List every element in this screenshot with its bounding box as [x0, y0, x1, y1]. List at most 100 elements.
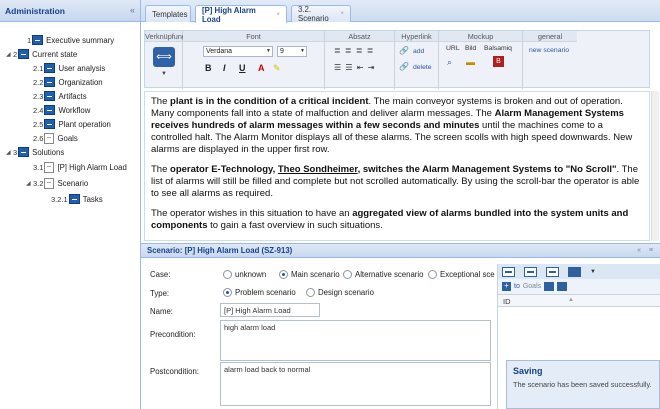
radio-option[interactable]: Problem scenario [223, 288, 296, 297]
section-icon [32, 35, 44, 45]
text-run: to gain a fast overview in such situatio… [207, 220, 383, 231]
bold-button[interactable]: B [205, 63, 212, 73]
sort-icon[interactable]: ▲ [568, 297, 574, 303]
collapse-panel-button[interactable]: « [130, 6, 135, 15]
radio-button[interactable] [223, 288, 232, 297]
tree-item[interactable]: 3.1 [P] High Alarm Load [26, 160, 127, 174]
tree-view-icon[interactable] [568, 266, 581, 277]
close-icon[interactable]: × [276, 12, 280, 18]
tab-bar: Templates [P] High Alarm Load × 3.2. Scenar… [141, 0, 660, 24]
tree-item-label: Current state [32, 49, 78, 59]
navigate-icon[interactable] [544, 282, 555, 291]
tab-label: [P] High Alarm Load [202, 5, 256, 24]
notification-message: The scenario has been saved successfully… [513, 380, 652, 389]
ribbon-group-title: general [523, 31, 577, 42]
text-run: , switches the Alarm Management Systems … [357, 164, 617, 175]
navigation-panel: Administration « 1 Executive summary ◢ 2 Cur… [0, 0, 141, 409]
postcondition-field[interactable]: alarm load back to normal [220, 362, 491, 406]
radio-button[interactable] [428, 270, 437, 279]
font-color-button[interactable]: A [258, 63, 265, 73]
hyperlink-add-button[interactable]: add [413, 48, 424, 55]
editor-scrollbar[interactable] [651, 91, 659, 241]
detail-view-icon[interactable] [524, 266, 537, 277]
panel-tools-icon[interactable]: « ≡ [637, 247, 656, 254]
section-icon [18, 147, 30, 157]
balsamiq-icon[interactable]: B [493, 56, 504, 67]
tree-item[interactable]: 3.2.1 Tasks [44, 192, 103, 206]
radio-option[interactable]: Exceptional sce [428, 270, 495, 279]
tree-item[interactable]: ◢ 2 Current state [6, 47, 77, 61]
ribbon-group-link: Verknüpfung ⟺ ▼ [145, 31, 186, 89]
link-delete-icon[interactable]: 🔗 [399, 62, 409, 71]
font-size-value: 9 [280, 48, 284, 55]
mockup-balsamiq-label[interactable]: Balsamiq [484, 45, 512, 52]
tree-item-number: 2.5 [33, 119, 44, 129]
radio-button[interactable] [279, 270, 288, 279]
chevron-down-icon: ▼ [266, 48, 271, 54]
precondition-field[interactable]: high alarm load [220, 320, 491, 361]
link-to-label[interactable]: to [514, 283, 520, 290]
tree-item-number: 3.2 [33, 178, 44, 188]
radio-option[interactable]: Main scenario [279, 270, 340, 279]
tree-item-label: Solutions [32, 147, 65, 157]
link-add-icon[interactable]: 🔗 [399, 46, 409, 55]
move-icon[interactable] [557, 282, 568, 291]
hyperlink-delete-button[interactable]: delete [413, 64, 432, 71]
tree-item[interactable]: 2.2 Organization [26, 75, 103, 89]
radio-option[interactable]: unknown [223, 270, 266, 279]
scenario-panel-header: Scenario: [P] High Alarm Load (SZ-913) «… [141, 243, 660, 258]
tree-item-label: Goals [57, 133, 78, 143]
align-buttons-icon[interactable]: ≣ ≣ ≣ ≣ [334, 46, 374, 55]
radio-label: Main scenario [291, 270, 340, 279]
tab[interactable]: [P] High Alarm Load × [195, 5, 287, 24]
search-icon[interactable]: ⌕ [447, 57, 452, 68]
radio-option[interactable]: Design scenario [306, 288, 374, 297]
ribbon-group-hyperlink: Hyperlink 🔗 add 🔗 delete [395, 31, 439, 89]
chevron-down-icon[interactable]: ▼ [590, 269, 596, 275]
tab[interactable]: 3.2. Scenario × [291, 5, 351, 23]
name-field[interactable]: [P] High Alarm Load [220, 303, 320, 317]
text-run: The [151, 164, 171, 175]
mockup-image-label[interactable]: Bild [465, 45, 476, 52]
image-icon[interactable]: ▬ [466, 57, 475, 67]
radio-button[interactable] [223, 270, 232, 279]
text-run: The operator wishes in this situation to… [151, 208, 353, 219]
new-scenario-button[interactable]: new scenario [529, 47, 569, 54]
section-icon [44, 63, 56, 73]
tree-item[interactable]: 2.3 Artifacts [26, 89, 87, 103]
tab-label: 3.2. Scenario [298, 5, 329, 23]
tree-item[interactable]: 2.1 User analysis [26, 61, 105, 75]
list-buttons-icon[interactable]: ☰ ☰ ⇤ ⇥ [334, 63, 375, 72]
close-icon[interactable]: × [340, 11, 344, 17]
tree-item[interactable]: 2.5 Plant operation [26, 117, 111, 131]
tree-item[interactable]: ◢ 3.2 Scenario [26, 176, 88, 190]
tree-item[interactable]: 2.6 Goals [26, 131, 78, 145]
editor-paragraph: The operator E-Technology, Theo Sondheim… [151, 164, 643, 200]
form-view-icon[interactable] [546, 266, 559, 277]
goals-link[interactable]: Goals [523, 283, 541, 290]
radio-option[interactable]: Alternative scenario [343, 270, 423, 279]
expand-arrow-icon[interactable]: ◢ [6, 51, 13, 58]
tree-item[interactable]: 2.4 Workflow [26, 103, 90, 117]
font-size-select[interactable]: 9 ▼ [277, 46, 307, 57]
tree-item-number: 3.2.1 [51, 194, 68, 204]
highlight-icon[interactable]: ✎ [273, 63, 281, 74]
tree-item[interactable]: ◢ 3 Solutions [6, 145, 64, 159]
italic-button[interactable]: I [223, 63, 226, 73]
grid-column-id[interactable]: ID [503, 297, 511, 306]
tab[interactable]: Templates [145, 5, 191, 22]
underline-button[interactable]: U [239, 63, 246, 73]
rich-text-editor[interactable]: The plant is in the condition of a criti… [144, 91, 650, 241]
expand-arrow-icon[interactable]: ◢ [6, 149, 13, 156]
add-icon[interactable]: + [502, 282, 511, 291]
chevron-down-icon[interactable]: ▼ [161, 71, 167, 77]
font-family-select[interactable]: Verdana ▼ [203, 46, 273, 57]
mockup-url-label[interactable]: URL [446, 45, 460, 52]
scenario-panel-title: Scenario: [P] High Alarm Load (SZ-913) [147, 246, 293, 255]
expand-arrow-icon[interactable]: ◢ [26, 180, 33, 187]
radio-button[interactable] [306, 288, 315, 297]
radio-button[interactable] [343, 270, 352, 279]
link-icon[interactable]: ⟺ [153, 47, 175, 67]
list-view-icon[interactable] [502, 266, 515, 277]
tree-item[interactable]: 1 Executive summary [20, 33, 114, 47]
